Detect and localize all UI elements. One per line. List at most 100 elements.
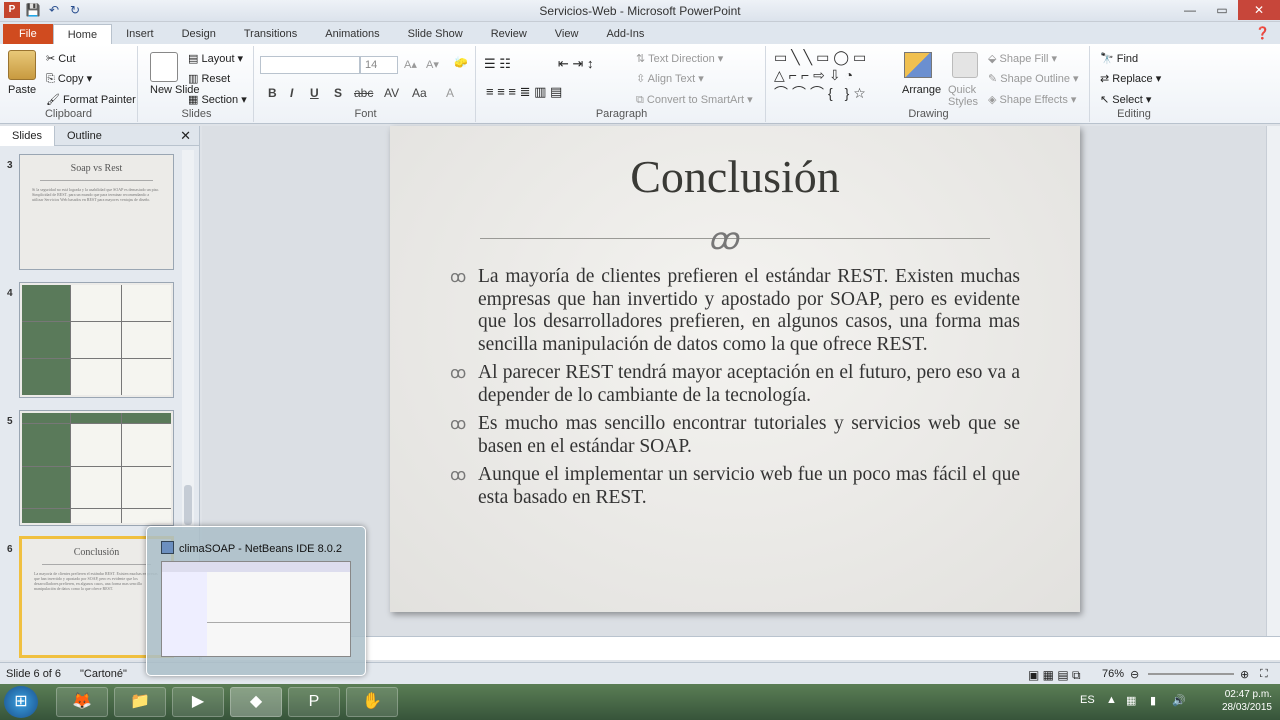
tab-insert[interactable]: Insert	[112, 24, 168, 44]
font-color-icon[interactable]: A	[446, 86, 454, 100]
section-label: Section	[201, 94, 239, 106]
editor-scrollbar[interactable]	[1266, 126, 1280, 636]
tab-file[interactable]: File	[3, 24, 53, 44]
netbeans-taskbar-icon[interactable]: ◆	[230, 687, 282, 717]
strikethrough-icon[interactable]: abc	[354, 86, 373, 100]
grow-font-icon[interactable]: A▴	[404, 58, 417, 71]
zoom-in-icon[interactable]: ⊕	[1240, 668, 1249, 681]
arrange-button[interactable]: Arrange	[902, 84, 941, 96]
shape-effects-icon: ◈	[988, 94, 997, 106]
signal-icon[interactable]: ▮	[1150, 694, 1156, 707]
zoom-level[interactable]: 76%	[1102, 668, 1124, 680]
preview-title: climaSOAP - NetBeans IDE 8.0.2	[179, 543, 343, 555]
cut-button[interactable]: ✂ Cut	[46, 52, 75, 65]
reset-button[interactable]: ▥ Reset	[188, 72, 230, 85]
slide-title[interactable]: Conclusión	[390, 150, 1080, 203]
help-icon[interactable]: ❓	[1255, 26, 1270, 40]
tab-view[interactable]: View	[541, 24, 593, 44]
change-case-icon[interactable]: Aa	[412, 86, 427, 100]
minimize-button[interactable]: —	[1174, 0, 1206, 20]
tab-slides-pane[interactable]: Slides	[0, 125, 55, 146]
maximize-button[interactable]: ▭	[1206, 0, 1238, 20]
align-icons[interactable]: ≡ ≡ ≡ ≣ ▥ ▤	[486, 84, 562, 100]
shape-fill-label: Shape Fill	[999, 53, 1049, 65]
bullet-icon: ꝏ	[450, 269, 467, 286]
zoom-out-icon[interactable]: ⊖	[1130, 668, 1139, 681]
smartart-button[interactable]: ⧉ Convert to SmartArt ▾	[636, 93, 753, 107]
tab-slide-show[interactable]: Slide Show	[394, 24, 477, 44]
align-text-button[interactable]: ⇳ Align Text ▾	[636, 72, 704, 85]
thumbnail-table	[22, 285, 171, 395]
slide-thumbnail-3[interactable]: Soap vs Rest Si la seguridad no está log…	[19, 154, 174, 270]
format-painter-button[interactable]: 🖌 Format Painter	[46, 93, 136, 106]
copy-button[interactable]: ⎘ Copy ▾	[46, 72, 92, 86]
underline-icon[interactable]: U	[310, 86, 319, 100]
tab-transitions[interactable]: Transitions	[230, 24, 311, 44]
shapes-gallery[interactable]: ▭╲╲▭◯▭ △⌐⌐⇨⇩◔ ⌒⌒⌒{ }☆	[774, 48, 894, 102]
start-button[interactable]: ⊞	[4, 686, 38, 718]
tab-animations[interactable]: Animations	[311, 24, 393, 44]
tab-add-ins[interactable]: Add-Ins	[592, 24, 658, 44]
slides-group: New Slide ▤ Layout ▾ ▥ Reset ▦ Section ▾…	[140, 46, 254, 122]
bullet-icon: ꝏ	[450, 365, 467, 382]
slide-thumbnail-4[interactable]	[19, 282, 174, 398]
shadow-icon[interactable]: S	[334, 86, 342, 100]
preview-thumbnail[interactable]	[161, 561, 351, 657]
shape-fill-button[interactable]: ⬙ Shape Fill ▾	[988, 52, 1057, 65]
font-size-field[interactable]: 14	[360, 56, 398, 74]
replace-button[interactable]: ⇄ Replace ▾	[1100, 72, 1161, 85]
paste-icon[interactable]	[8, 50, 36, 80]
view-buttons-icon[interactable]: ▣ ▦ ▤ ⧉	[1028, 668, 1081, 683]
zoom-slider[interactable]	[1148, 673, 1234, 675]
tab-review[interactable]: Review	[477, 24, 541, 44]
network-icon[interactable]: ▦	[1126, 694, 1136, 707]
new-slide-icon[interactable]	[150, 52, 178, 82]
new-slide-button[interactable]: New Slide	[150, 84, 200, 96]
quick-styles-icon[interactable]	[952, 52, 978, 78]
shrink-font-icon[interactable]: A▾	[426, 58, 439, 71]
spacing-icon[interactable]: AV	[384, 86, 399, 100]
close-button[interactable]: ✕	[1238, 0, 1280, 20]
tab-outline-pane[interactable]: Outline	[55, 126, 114, 146]
tray-expand-icon[interactable]: ▲	[1106, 694, 1117, 706]
firefox-taskbar-icon[interactable]: 🦊	[56, 687, 108, 717]
tab-home[interactable]: Home	[52, 24, 113, 44]
text-direction-button[interactable]: ⇅ Text Direction ▾	[636, 52, 723, 65]
slide-thumbnail-5[interactable]	[19, 410, 174, 526]
powerpoint-taskbar-icon[interactable]: P	[288, 687, 340, 717]
slides-pane-scrollbar[interactable]	[182, 150, 194, 530]
font-name-field[interactable]	[260, 56, 360, 74]
tab-design[interactable]: Design	[168, 24, 230, 44]
fit-slide-icon[interactable]: ⛶	[1260, 668, 1268, 681]
arrange-icon[interactable]	[904, 52, 932, 78]
slide-body[interactable]: ꝏ La mayoría de clientes prefieren el est…	[450, 266, 1020, 515]
binoculars-icon: 🔭	[1100, 53, 1114, 65]
scrollbar-thumb[interactable]	[184, 485, 192, 525]
find-label: Find	[1116, 53, 1139, 65]
quick-styles-button[interactable]: Quick Styles	[948, 84, 978, 108]
layout-button[interactable]: ▤ Layout ▾	[188, 52, 243, 65]
select-button[interactable]: ↖ Select ▾	[1100, 93, 1151, 106]
shape-outline-button[interactable]: ✎ Shape Outline ▾	[988, 72, 1079, 85]
shape-effects-button[interactable]: ◈ Shape Effects ▾	[988, 93, 1076, 106]
clear-formatting-icon[interactable]: 🧽	[454, 56, 468, 69]
find-button[interactable]: 🔭 Find	[1100, 52, 1138, 65]
explorer-taskbar-icon[interactable]: 📁	[114, 687, 166, 717]
bullets-icon[interactable]: ☰ ☷	[484, 56, 511, 72]
close-pane-icon[interactable]: ✕	[180, 128, 191, 144]
media-player-taskbar-icon[interactable]: ▶	[172, 687, 224, 717]
select-label: Select	[1112, 94, 1143, 106]
drawing-label: Drawing	[908, 108, 949, 120]
italic-icon[interactable]: I	[290, 86, 293, 100]
slide[interactable]: Conclusión ꝏ ꝏ La mayoría de clientes pre…	[390, 126, 1080, 612]
paste-button[interactable]: Paste	[8, 84, 36, 96]
indent-icon[interactable]: ⇤ ⇥ ↕	[558, 56, 594, 72]
language-indicator[interactable]: ES	[1080, 694, 1095, 706]
app-taskbar-icon[interactable]: ✋	[346, 687, 398, 717]
scissors-icon: ✂	[46, 53, 56, 65]
section-button[interactable]: ▦ Section ▾	[188, 93, 247, 106]
clock[interactable]: 02:47 p.m. 28/03/2015	[1222, 688, 1272, 714]
taskbar-preview[interactable]: climaSOAP - NetBeans IDE 8.0.2	[146, 526, 366, 676]
volume-icon[interactable]: 🔊	[1172, 694, 1186, 707]
bold-icon[interactable]: B	[268, 86, 277, 100]
